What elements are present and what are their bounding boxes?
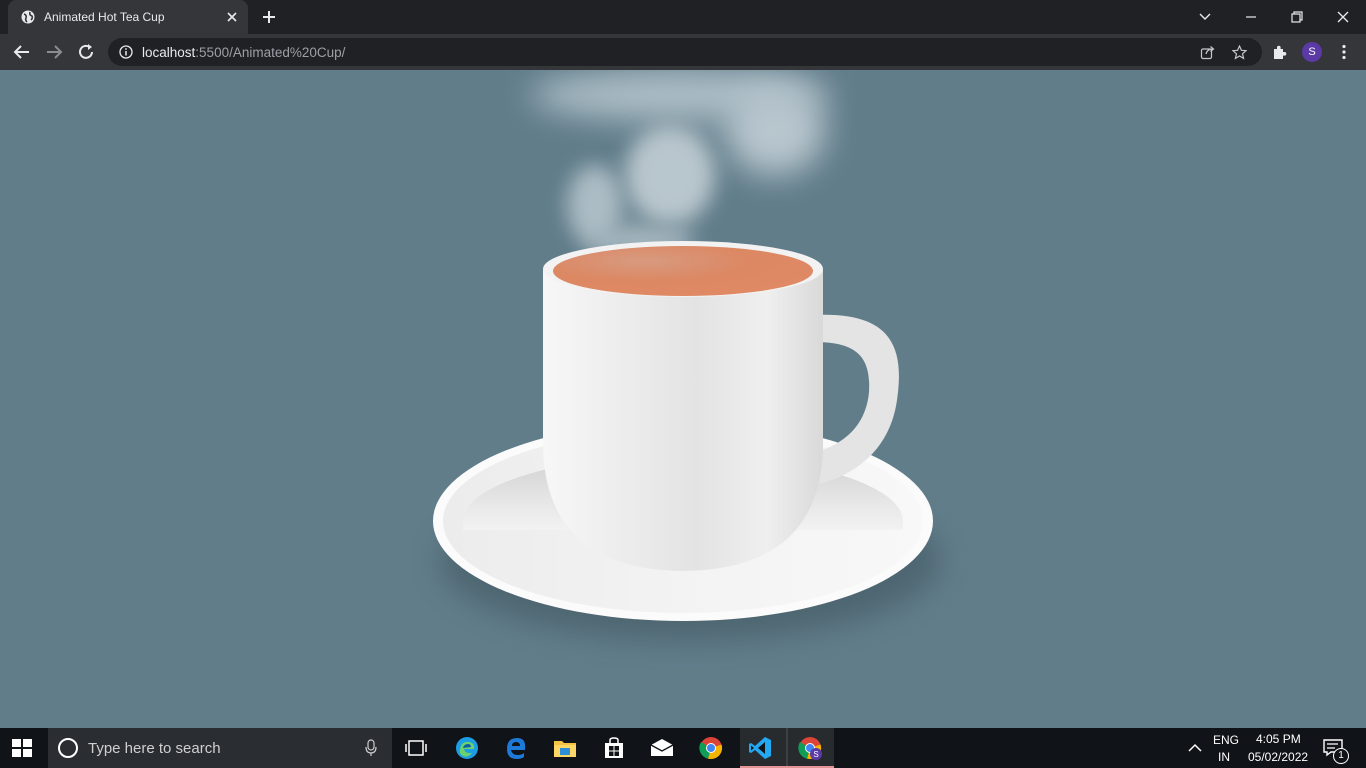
site-info-icon[interactable] (119, 45, 133, 59)
tea-cup-scene (433, 70, 940, 640)
search-placeholder: Type here to search (88, 740, 221, 757)
back-arrow-icon[interactable] (12, 42, 32, 62)
close-window-icon[interactable] (1333, 7, 1353, 27)
edge-icon[interactable] (455, 736, 479, 760)
tab-close-icon[interactable] (224, 9, 240, 25)
browser-tab[interactable]: Animated Hot Tea Cup (8, 0, 248, 34)
taskbar-search-box[interactable]: Type here to search (48, 728, 392, 768)
tab-title: Animated Hot Tea Cup (44, 10, 165, 24)
show-hidden-icons-chevron-icon[interactable] (1183, 736, 1207, 760)
mail-icon[interactable] (650, 736, 674, 760)
page-viewport (0, 70, 1366, 728)
steam (530, 70, 830, 255)
cup-body (543, 270, 823, 571)
notification-count-badge: 1 (1333, 748, 1349, 764)
tab-search-chevron-icon[interactable] (1195, 7, 1215, 27)
share-icon[interactable] (1200, 45, 1215, 60)
forward-arrow-icon[interactable] (44, 42, 64, 62)
clock-date[interactable]: 05/02/2022 (1248, 750, 1308, 764)
url-text[interactable]: localhost:5500/Animated%20Cup/ (142, 45, 345, 60)
microphone-icon[interactable] (364, 739, 378, 757)
minimize-icon[interactable] (1241, 7, 1261, 27)
new-tab-plus-icon[interactable] (260, 8, 278, 26)
language-line1[interactable]: ENG (1213, 733, 1239, 747)
restore-icon[interactable] (1287, 7, 1307, 27)
browser-tab-bar: Animated Hot Tea Cup (0, 0, 1366, 34)
task-view-icon[interactable] (404, 736, 428, 760)
cortana-icon (58, 738, 78, 758)
address-bar[interactable]: localhost:5500/Animated%20Cup/ (108, 38, 1262, 66)
url-host: localhost (142, 45, 196, 60)
vscode-icon[interactable] (748, 736, 772, 760)
microsoft-store-icon[interactable] (602, 736, 626, 760)
extensions-puzzle-icon[interactable] (1270, 42, 1290, 62)
clock-time[interactable]: 4:05 PM (1256, 732, 1301, 746)
browser-toolbar: localhost:5500/Animated%20Cup/ S (0, 34, 1366, 70)
profile-avatar[interactable]: S (1302, 42, 1322, 62)
chrome-profile-icon[interactable]: S (798, 736, 822, 760)
more-menu-icon[interactable] (1334, 42, 1354, 62)
file-explorer-icon[interactable] (553, 736, 577, 760)
windows-taskbar: Type here to search S ENG IN 4:05 PM 05/… (0, 728, 1366, 768)
edge-legacy-icon[interactable] (504, 736, 528, 760)
globe-icon (21, 10, 35, 24)
url-path: :5500/Animated%20Cup/ (195, 45, 346, 60)
tea-surface (553, 246, 813, 296)
svg-text:S: S (813, 750, 818, 759)
language-line2[interactable]: IN (1218, 750, 1230, 764)
reload-icon[interactable] (76, 42, 96, 62)
bookmark-star-icon[interactable] (1232, 45, 1247, 60)
windows-start-icon[interactable] (12, 739, 32, 757)
chrome-icon[interactable] (699, 736, 723, 760)
